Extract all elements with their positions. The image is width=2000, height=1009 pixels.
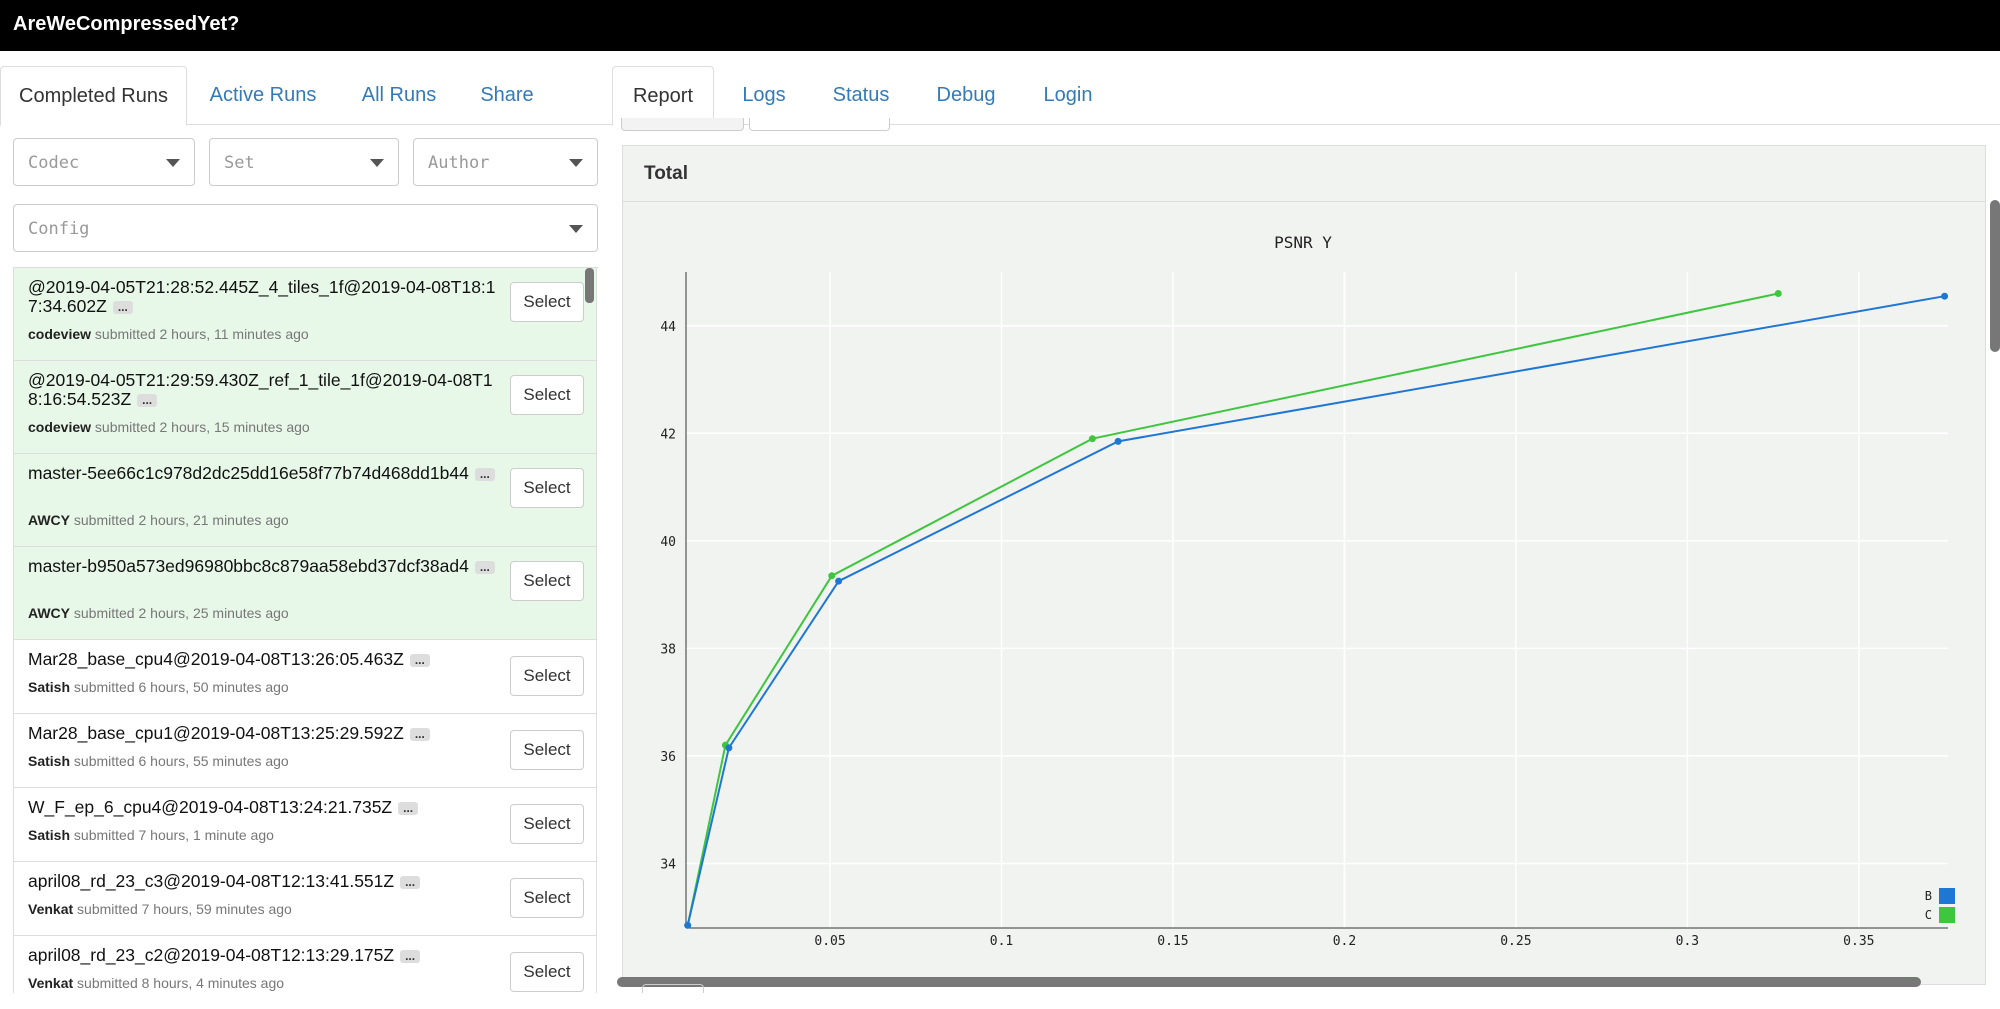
y-tick-label: 38 (660, 642, 676, 657)
y-tick-label: 44 (660, 320, 676, 335)
data-point-B (1941, 292, 1949, 300)
chart-title: PSNR Y (1274, 233, 1332, 252)
legend-label: C (1925, 908, 1932, 922)
x-tick-label: 0.05 (814, 934, 845, 949)
data-point-B (1114, 437, 1122, 445)
data-point-B (684, 921, 692, 929)
x-tick-label: 0.15 (1157, 934, 1188, 949)
x-tick-label: 0.35 (1843, 934, 1874, 949)
y-tick-label: 42 (660, 427, 676, 442)
data-point-C (1774, 290, 1782, 298)
y-tick-label: 34 (660, 857, 676, 872)
legend-swatch (1939, 907, 1955, 923)
x-tick-label: 0.3 (1676, 934, 1699, 949)
y-tick-label: 36 (660, 750, 676, 765)
data-point-C (1088, 435, 1096, 443)
legend-swatch (1939, 888, 1955, 904)
x-tick-label: 0.1 (990, 934, 1013, 949)
y-tick-label: 40 (660, 535, 676, 550)
data-point-B (835, 577, 843, 585)
x-tick-label: 0.2 (1333, 934, 1356, 949)
legend-label: B (1925, 889, 1932, 903)
x-tick-label: 0.25 (1500, 934, 1531, 949)
horizontal-scrollbar[interactable] (617, 977, 1921, 987)
vertical-scrollbar[interactable] (1990, 200, 2000, 352)
data-point-B (725, 744, 733, 752)
partial-button[interactable] (642, 984, 704, 993)
psnr-chart: 0.05 0.1 0.15 0.2 0.25 0.3 0.35 34 36 38 40 42 44 PSN… (660, 233, 1955, 949)
series-line-C (686, 292, 1779, 926)
data-point-C (828, 572, 836, 580)
